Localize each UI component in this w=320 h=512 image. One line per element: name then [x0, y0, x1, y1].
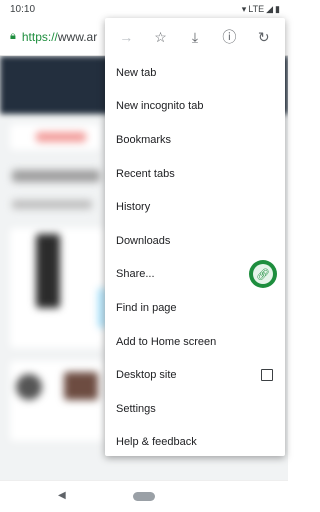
menu-item-label: Recent tabs	[116, 167, 175, 180]
menu-item-label: New tab	[116, 66, 157, 79]
page-block-blurred	[16, 374, 42, 400]
menu-item-add-to-home-screen[interactable]: Add to Home screen	[105, 325, 285, 359]
menu-item-bookmarks[interactable]: Bookmarks	[105, 123, 285, 157]
url-host: www.ar	[57, 29, 98, 44]
menu-toolbar: → ☆ ⤓ ⓘ ↻	[105, 18, 285, 56]
menu-item-label: Help & feedback	[116, 436, 197, 449]
menu-item-label: Desktop site	[116, 369, 177, 382]
status-bar: 10:10 ▾ LTE ◢ ▮	[0, 0, 288, 18]
page-block-blurred	[12, 170, 100, 182]
desktop-site-checkbox[interactable]	[261, 369, 273, 382]
page-block-blurred	[36, 132, 86, 142]
info-icon[interactable]: ⓘ	[216, 24, 242, 50]
signal-icon: ◢	[266, 3, 274, 14]
system-nav-bar: ◀	[0, 480, 288, 512]
menu-item-downloads[interactable]: Downloads	[105, 224, 285, 258]
menu-item-new-incognito-tab[interactable]: New incognito tab	[105, 90, 285, 124]
menu-item-label: Share...	[116, 268, 155, 281]
refresh-icon[interactable]: ↻	[251, 24, 277, 50]
menu-item-label: Add to Home screen	[116, 335, 217, 348]
menu-item-share[interactable]: Share... 🔗︎	[105, 258, 285, 292]
status-icons: ▾ LTE ◢ ▮	[242, 4, 280, 15]
menu-item-new-tab[interactable]: New tab	[105, 56, 285, 90]
download-icon[interactable]: ⤓	[182, 24, 208, 50]
menu-item-label: Settings	[116, 402, 156, 415]
page-block-blurred	[12, 200, 92, 209]
page-block-blurred	[64, 372, 98, 400]
menu-item-desktop-site[interactable]: Desktop site	[105, 358, 285, 392]
menu-item-label: New incognito tab	[116, 100, 204, 113]
menu-item-recent-tabs[interactable]: Recent tabs	[105, 157, 285, 191]
menu-item-settings[interactable]: Settings	[105, 392, 285, 426]
overflow-menu: → ☆ ⤓ ⓘ ↻ New tab New incognito tab Book…	[105, 18, 285, 456]
star-icon[interactable]: ☆	[148, 24, 174, 50]
page-block-blurred	[36, 234, 60, 308]
menu-item-label: History	[116, 201, 151, 214]
lock-icon: 🔒︎	[10, 30, 16, 42]
home-pill-button[interactable]	[133, 492, 155, 501]
forward-icon[interactable]: →	[113, 24, 139, 50]
menu-item-find-in-page[interactable]: Find in page	[105, 291, 285, 325]
status-time: 10:10	[10, 3, 36, 15]
back-icon[interactable]: ◀	[58, 490, 66, 501]
battery-icon: ▮	[275, 3, 280, 14]
menu-item-label: Find in page	[116, 301, 177, 314]
menu-item-label: Bookmarks	[116, 133, 172, 146]
menu-item-label: Downloads	[116, 234, 171, 247]
share-app-icon[interactable]: 🔗︎	[249, 260, 277, 289]
wifi-icon: ▾	[241, 3, 247, 14]
menu-item-history[interactable]: History	[105, 190, 285, 224]
url-scheme: https://	[21, 29, 58, 44]
menu-item-help-feedback[interactable]: Help & feedback	[105, 426, 285, 460]
link-icon: 🔗︎	[253, 264, 273, 285]
network-type: LTE	[248, 4, 265, 14]
